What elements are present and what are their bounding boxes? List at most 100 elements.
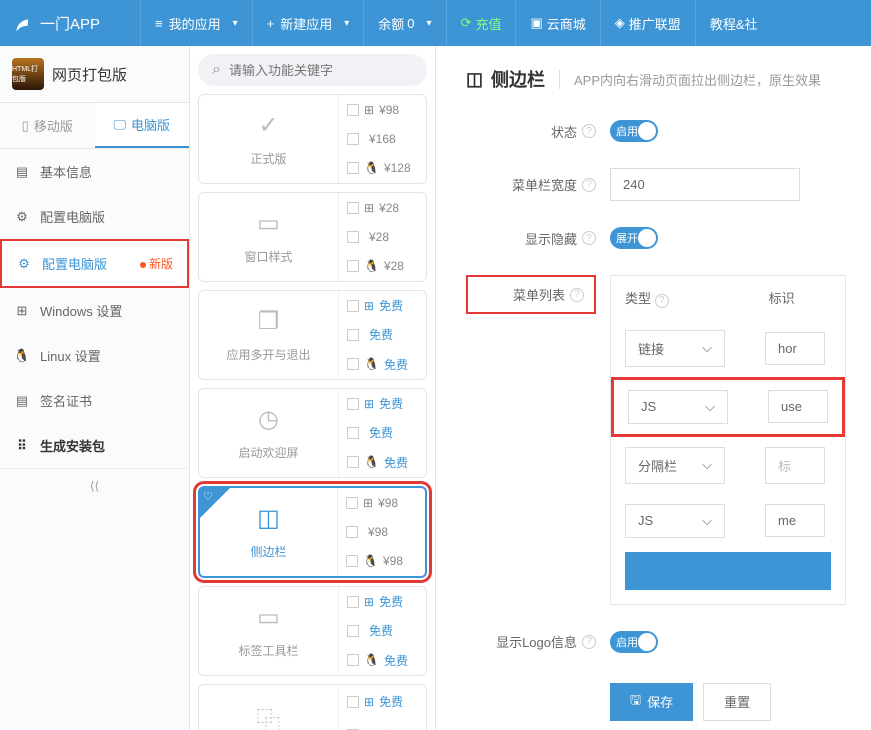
menu-build-package[interactable]: ⠿ 生成安装包 (0, 423, 189, 468)
help-icon[interactable]: ? (582, 231, 596, 245)
logo-text: 一门APP (40, 13, 100, 34)
cert-icon: ▤ (14, 393, 30, 409)
sidebar-icon: ◫ (257, 504, 280, 533)
diamond-icon: ◈ (615, 15, 625, 31)
logo-area[interactable]: 一门APP (0, 12, 140, 34)
search-icon: ⌕ (212, 61, 221, 79)
type-select[interactable]: JS⌵ (625, 504, 725, 538)
help-icon[interactable]: ? (570, 288, 584, 302)
ident-input[interactable]: 标 (765, 447, 825, 484)
chevron-down-icon: ⌵ (705, 399, 715, 415)
chevron-down-icon: ▾ (344, 18, 349, 29)
search-box[interactable]: ⌕ (198, 54, 427, 86)
row-menulist: 菜单列表? 类型 ? 标识 链接⌵ hor JS⌵ use 分隔栏⌵ 标 (466, 275, 871, 605)
feature-partial[interactable]: ⿻ ⊞免费 免费 (198, 684, 427, 730)
help-icon[interactable]: ? (655, 294, 669, 308)
chevron-down-icon: ⌵ (702, 340, 712, 356)
store-icon: ▣ (530, 15, 542, 31)
windows-icon: ⊞ (364, 103, 374, 117)
help-icon[interactable]: ? (582, 635, 596, 649)
linux-icon: 🐧 (14, 348, 30, 364)
content-area: ◫ 侧边栏 APP内向右滑动页面拉出侧边栏，原生效果 状态? 启用 菜单栏宽度?… (436, 46, 871, 730)
page-title: ◫ 侧边栏 (466, 66, 545, 92)
windows-icon: ⊞ (364, 299, 374, 313)
nav-newapp[interactable]: + 新建应用 ▾ (252, 0, 364, 46)
windows-icon: ⊞ (364, 397, 374, 411)
price-win[interactable]: ⊞¥98 (339, 95, 426, 124)
menu-windows-settings[interactable]: ⊞ Windows 设置 (0, 288, 189, 333)
save-button[interactable]: 🖫保存 (610, 683, 693, 721)
windows-icon: ⊞ (364, 595, 374, 609)
reset-button[interactable]: 重置 (703, 683, 771, 721)
row-width: 菜单栏宽度? (466, 168, 871, 201)
tab-mobile[interactable]: ▯ 移动版 (0, 103, 95, 148)
feature-splash[interactable]: ◷ 启动欢迎屏 ⊞免费 免费 🐧免费 (198, 388, 427, 478)
search-input[interactable] (229, 63, 413, 78)
content-header: ◫ 侧边栏 APP内向右滑动页面拉出侧边栏，原生效果 (466, 66, 871, 92)
window-icon: ▭ (257, 209, 280, 238)
menu-config-desktop-new[interactable]: ⚙ 配置电脑版 新版 (0, 239, 189, 288)
table-row-highlighted: JS⌵ use (611, 377, 845, 437)
mobile-icon: ▯ (22, 118, 29, 134)
ident-input[interactable]: use (768, 390, 828, 423)
th-ident: 标识 (769, 288, 795, 308)
refresh-icon: ⟳ (461, 15, 472, 31)
feature-bookmark-toolbar[interactable]: ▭ 标签工具栏 ⊞免费 免费 🐧免费 (198, 586, 427, 676)
plus-icon: + (267, 16, 275, 31)
menulist-label-highlighted: 菜单列表? (466, 275, 596, 314)
price-mac[interactable]: ¥168 (339, 124, 426, 153)
feature-sidebar[interactable]: ◫ 侧边栏 ⊞¥98 ¥98 🐧¥98 (198, 486, 427, 578)
app-icon: HTML打包版 (12, 58, 44, 90)
tab-desktop[interactable]: 🖵 电脑版 (95, 103, 190, 148)
add-row-button[interactable] (625, 552, 831, 590)
feature-column: ⌕ ✓ 正式版 ⊞¥98 ¥168 🐧¥128 ▭ 窗口样式 ⊞¥28 ¥28 … (190, 46, 436, 730)
favorite-badge (200, 488, 230, 518)
logo-toggle[interactable]: 启用 (610, 631, 658, 653)
top-nav: 一门APP ≡ 我的应用 ▾ + 新建应用 ▾ 余额 0 ▾ ⟳ 充值 ▣ 云商… (0, 0, 871, 46)
type-select[interactable]: JS⌵ (628, 390, 728, 424)
help-icon[interactable]: ? (582, 178, 596, 192)
nav-promotion[interactable]: ◈ 推广联盟 (600, 0, 695, 46)
status-toggle[interactable]: 启用 (610, 120, 658, 142)
menu-table: 类型 ? 标识 链接⌵ hor JS⌵ use 分隔栏⌵ 标 JS⌵ me (610, 275, 846, 605)
nav-myapps[interactable]: ≡ 我的应用 ▾ (140, 0, 252, 46)
show-toggle[interactable]: 展开 (610, 227, 658, 249)
platform-tabs: ▯ 移动版 🖵 电脑版 (0, 103, 189, 149)
windows-icon: ⊞ (364, 695, 374, 709)
feature-official[interactable]: ✓ 正式版 ⊞¥98 ¥168 🐧¥128 (198, 94, 427, 184)
clock-icon: ◷ (258, 405, 279, 434)
row-status: 状态? 启用 (466, 120, 871, 142)
page-desc: APP内向右滑动页面拉出侧边栏，原生效果 (559, 70, 821, 89)
table-row: 链接⌵ hor (611, 320, 845, 377)
menu-sign-cert[interactable]: ▤ 签名证书 (0, 378, 189, 423)
price-linux[interactable]: 🐧¥128 (339, 154, 426, 183)
width-input[interactable] (610, 168, 800, 201)
linux-icon: 🐧 (364, 455, 379, 469)
linux-icon: 🐧 (364, 161, 379, 175)
row-toggle-show: 显示隐藏? 展开 (466, 227, 871, 249)
app-header: HTML打包版 网页打包版 (0, 46, 189, 103)
type-select[interactable]: 链接⌵ (625, 330, 725, 367)
nav-balance[interactable]: 余额 0 ▾ (363, 0, 445, 46)
collapse-sidebar[interactable]: ⟨⟨ (0, 468, 189, 503)
hamburger-icon: ≡ (155, 16, 163, 31)
save-icon: 🖫 (630, 691, 641, 713)
help-icon[interactable]: ? (582, 124, 596, 138)
type-select[interactable]: 分隔栏⌵ (625, 447, 725, 484)
menu-linux-settings[interactable]: 🐧 Linux 设置 (0, 333, 189, 378)
ident-input[interactable]: hor (765, 332, 825, 365)
linux-icon: 🐧 (364, 259, 379, 273)
binary-icon: ⠿ (14, 438, 30, 454)
copy-icon: ⿻ (257, 701, 281, 730)
check-shield-icon: ✓ (258, 111, 278, 140)
feature-window-style[interactable]: ▭ 窗口样式 ⊞¥28 ¥28 🐧¥28 (198, 192, 427, 282)
nav-cloudmall[interactable]: ▣ 云商城 (515, 0, 599, 46)
menu-config-desktop[interactable]: ⚙ 配置电脑版 (0, 194, 189, 239)
feature-multiopen[interactable]: ❐ 应用多开与退出 ⊞免费 免费 🐧免费 (198, 290, 427, 380)
nav-recharge[interactable]: ⟳ 充值 (446, 0, 516, 46)
menu-basic-info[interactable]: ▤ 基本信息 (0, 149, 189, 194)
windows-stack-icon: ❐ (258, 307, 280, 336)
nav-tutorial[interactable]: 教程&社 (695, 0, 772, 46)
ident-input[interactable]: me (765, 504, 825, 537)
left-sidebar: HTML打包版 网页打包版 ▯ 移动版 🖵 电脑版 ▤ 基本信息 ⚙ 配置电脑版 (0, 46, 190, 730)
